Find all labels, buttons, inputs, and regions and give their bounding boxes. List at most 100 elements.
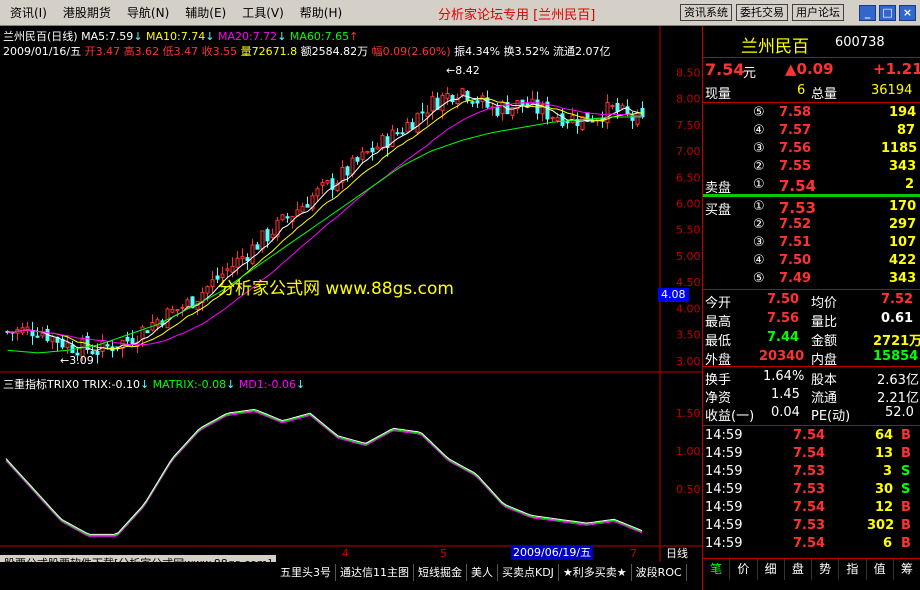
y-tick-label: 8.00 <box>676 93 701 106</box>
candle-body <box>405 122 410 133</box>
watermark-text: 分析家公式网 www.88gs.com <box>218 279 454 299</box>
forum-button[interactable]: 用户论坛 <box>792 4 844 21</box>
y-axis-labels: 8.508.007.507.006.506.005.505.004.504.00… <box>676 66 701 495</box>
candle-body <box>590 120 595 123</box>
period-label[interactable]: 日线 <box>666 545 688 561</box>
panel-tab[interactable]: 势 <box>812 559 840 580</box>
book-level: ② <box>753 159 765 174</box>
x-tick-label: 7 <box>630 547 637 560</box>
tick-row: 14:59 7.53 3 S <box>703 464 920 482</box>
tick-row: 14:59 7.54 12 B <box>703 500 920 518</box>
menu-item-navigate[interactable]: 导航(N) <box>119 3 177 23</box>
candle-body <box>250 244 255 264</box>
tick-price: 7.54 <box>793 500 826 515</box>
ohlc-info: 2009/01/16/五 开3.47 高3.62 低3.47 收3.55 量72… <box>3 43 611 59</box>
panel-tab[interactable]: 细 <box>758 559 785 580</box>
book-level: ③ <box>753 235 765 250</box>
trix-y-tick-label: 1.50 <box>676 407 701 420</box>
book-price: 7.53 <box>779 199 817 217</box>
candle-body <box>610 105 615 108</box>
book-price: 7.51 <box>779 235 812 250</box>
info-float: 流通2.07亿 <box>553 45 611 58</box>
candle-body <box>350 157 355 175</box>
candle-body <box>285 216 290 219</box>
tick-time: 14:59 <box>705 536 743 551</box>
menu-item-tools[interactable]: 工具(V) <box>234 3 292 23</box>
menu-bar: 资讯(I) 港股期货 导航(N) 辅助(E) 工具(V) 帮助(H) <box>0 0 350 26</box>
book-volume: 87 <box>897 123 916 138</box>
stat-value: 2721万 <box>873 334 920 349</box>
panel-tabs: 笔价细盘势指值筹 <box>703 558 920 580</box>
candle-body <box>440 94 445 111</box>
tab-formula-1[interactable]: 五里头3号 <box>276 563 336 581</box>
candle-body <box>470 101 475 104</box>
candle-body <box>495 106 500 116</box>
tab-formula-2[interactable]: 通达信11主图 <box>336 563 414 581</box>
panel-tab[interactable]: 值 <box>867 559 894 580</box>
book-price: 7.56 <box>779 141 812 156</box>
menu-item-help[interactable]: 帮助(H) <box>292 3 350 23</box>
tick-price: 7.54 <box>793 428 826 443</box>
tab-formula-4[interactable]: 美人 <box>467 563 498 581</box>
chart-area[interactable]: 8.50 8.00 7.50 7.00 6.50 6.00 5.50 5.00 4.50 4.00… <box>0 26 702 562</box>
candle-body <box>375 146 380 150</box>
stat-value: 7.52 <box>881 292 914 307</box>
candle-body <box>230 265 235 273</box>
candles <box>5 87 645 364</box>
close-icon[interactable]: × <box>899 5 916 21</box>
candle-body <box>325 180 330 184</box>
buy-row: ③ 7.51 107 <box>703 235 920 253</box>
book-volume: 194 <box>889 105 917 120</box>
info-system-button[interactable]: 资讯系统 <box>680 4 732 21</box>
y-tick-label: 6.00 <box>676 198 701 211</box>
y-tick-label: 8.50 <box>676 66 701 79</box>
fin-label: 流通 <box>811 391 838 406</box>
book-level: ① <box>753 177 765 192</box>
x-tick-label: 5 <box>440 547 447 560</box>
stock-header: 兰州民百 600738 <box>703 32 920 57</box>
trade-button[interactable]: 委托交易 <box>736 4 788 21</box>
tick-price: 7.54 <box>793 536 826 551</box>
tick-side: B <box>901 500 911 515</box>
candle-body <box>445 93 450 99</box>
candle-body <box>580 116 585 130</box>
candle-body <box>555 117 560 122</box>
fin-value: 1.64% <box>763 369 805 384</box>
minimize-icon[interactable]: _ <box>859 5 876 21</box>
candle-body <box>395 132 400 135</box>
sell-row: 卖盘 ① 7.54 2 <box>703 177 920 196</box>
panel-tab[interactable]: 指 <box>839 559 867 580</box>
candle-body <box>345 166 350 176</box>
panel-tab[interactable]: 价 <box>730 559 758 580</box>
tab-formula-6[interactable]: ★利多买卖★ <box>558 563 632 581</box>
book-level: ② <box>753 217 765 232</box>
candle-body <box>175 308 180 311</box>
candle-body <box>400 132 405 135</box>
low-marker: ←3.09 <box>60 354 94 367</box>
stock-name: 兰州民百 <box>741 37 809 57</box>
candle-body <box>565 121 570 124</box>
candle-body <box>65 342 70 349</box>
panel-tab[interactable]: 盘 <box>785 559 812 580</box>
menu-item-assist[interactable]: 辅助(E) <box>177 3 234 23</box>
candle-body <box>205 285 210 294</box>
indicator-title: 三重指标TRIX0 <box>3 378 80 391</box>
x-tick-label: 4 <box>342 547 349 560</box>
restore-icon[interactable]: □ <box>879 5 896 21</box>
book-price: 7.50 <box>779 253 812 268</box>
tab-formula-5[interactable]: 买卖点KDJ <box>498 563 559 581</box>
panel-tab[interactable]: 筹 <box>894 559 920 580</box>
panel-tab[interactable]: 笔 <box>703 559 731 580</box>
stat-label: 金额 <box>811 334 838 349</box>
book-price: 7.52 <box>779 217 812 232</box>
tab-formula-3[interactable]: 短线掘金 <box>414 563 467 581</box>
menu-item-info[interactable]: 资讯(I) <box>2 3 55 23</box>
window-controls: _ □ × <box>859 5 916 21</box>
y-tick-label: 4.00 <box>676 302 701 315</box>
tab-formula-7[interactable]: 波段ROC <box>631 563 687 581</box>
tick-side: B <box>901 446 911 461</box>
candle-body <box>165 308 170 329</box>
candle-body <box>185 299 190 307</box>
menu-item-hk-futures[interactable]: 港股期货 <box>55 3 119 23</box>
candle-body <box>35 335 40 338</box>
